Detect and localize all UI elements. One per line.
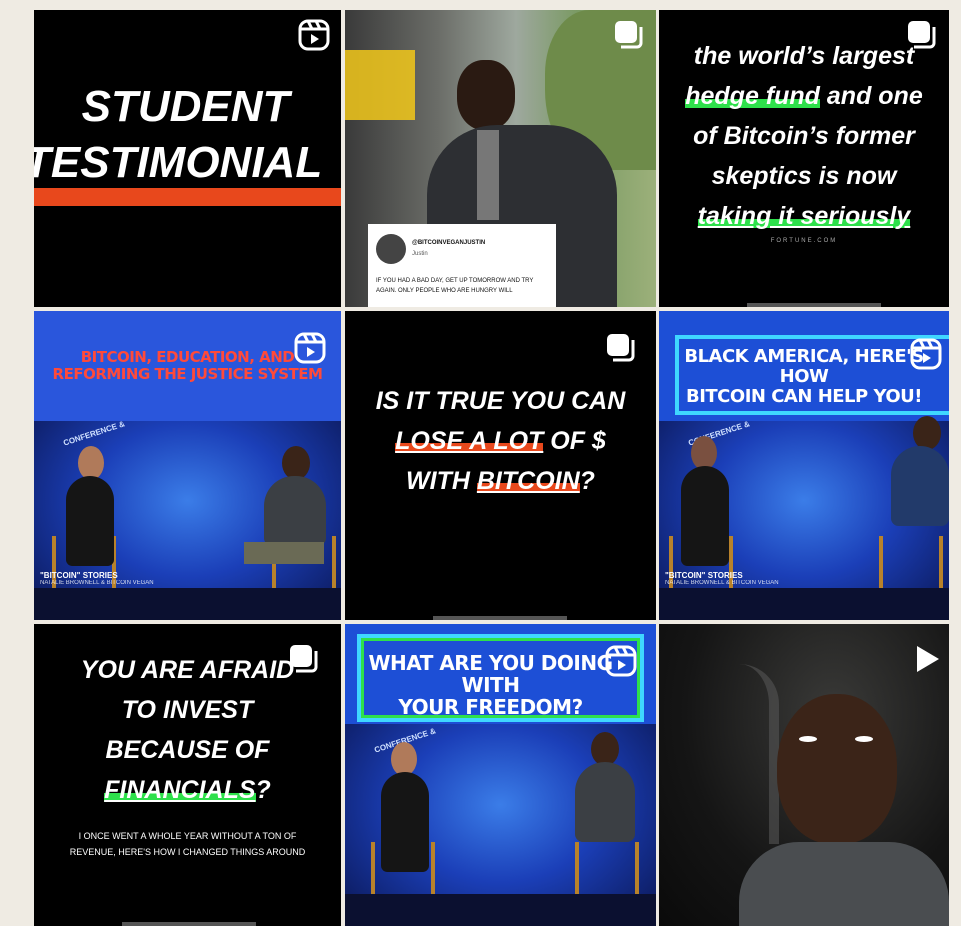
reels-icon	[910, 338, 942, 370]
post-title-line2: TESTIMONIAL	[34, 138, 323, 187]
quote-line4: skeptics is now	[711, 162, 897, 190]
profile-post-grid: STUDENT TESTIMONIAL @BITCOINVEGANJUSTIN …	[34, 10, 949, 926]
eye-left	[799, 736, 817, 742]
eye-right	[855, 736, 873, 742]
post-title-line2: BITCOIN CAN HELP YOU!	[685, 385, 923, 407]
stage-caption: "BITCOIN" STORIES NATALIE BROWNELL & BITC…	[665, 571, 779, 586]
question-highlight-financials: FINANCIALS	[104, 776, 256, 804]
post-question: YOU ARE AFRAID TO INVEST BECAUSE OF FINA…	[34, 650, 341, 810]
post-photo-suit[interactable]: @BITCOINVEGANJUSTIN Justin IF YOU HAD A …	[345, 10, 656, 307]
quote-line2-rest: and one	[819, 82, 923, 110]
caption-sub: NATALIE BROWNELL & BITCOIN VEGAN	[40, 580, 154, 586]
man-head	[457, 60, 515, 130]
tweet-text: IF YOU HAD A BAD DAY, GET UP TOMORROW AN…	[376, 278, 534, 294]
avatar	[376, 234, 406, 264]
post-hedge-fund[interactable]: the world’s largest hedge fund and one o…	[659, 10, 949, 307]
post-title: WHAT ARE YOU DOING WITH YOUR FREEDOM?	[361, 638, 640, 718]
post-title-line2: YOUR FREEDOM?	[398, 695, 583, 719]
post-quote: the world’s largest hedge fund and one o…	[659, 36, 949, 236]
question-line2: LOSE A LOT OF $	[345, 421, 656, 461]
stage-scene: CONFERENCE & "BITCOIN" STORIES NATALIE BR…	[659, 416, 949, 620]
progress-bar	[747, 303, 881, 307]
quote-line1: the world’s largest	[693, 42, 915, 70]
speaker-left	[677, 436, 737, 586]
tweet-handle: @BITCOINVEGANJUSTIN	[412, 240, 486, 246]
quote-line3: of Bitcoin’s former	[693, 122, 915, 150]
quote-line5: taking it seriously	[659, 196, 949, 236]
post-title-line1: BLACK AMERICA, HERE'S HOW	[684, 346, 924, 387]
post-car-selfie-video[interactable]	[659, 624, 949, 926]
post-title-line1: STUDENT	[81, 82, 290, 131]
carousel-icon	[615, 21, 643, 49]
question-line2: TO INVEST	[121, 696, 254, 724]
question-line4: FINANCIALS?	[104, 776, 271, 804]
quote-highlight-hedge-fund: hedge fund	[685, 82, 820, 110]
stage-scene: CONFERENCE &	[345, 724, 656, 926]
title-box: BLACK AMERICA, HERE'S HOW BITCOIN CAN HE…	[675, 335, 949, 415]
post-question: IS IT TRUE YOU CAN LOSE A LOT OF $ WITH …	[345, 381, 656, 501]
post-afraid-to-invest[interactable]: YOU ARE AFRAID TO INVEST BECAUSE OF FINA…	[34, 624, 341, 926]
post-title-line1: WHAT ARE YOU DOING WITH	[368, 651, 613, 697]
title-area: BITCOIN, EDUCATION, AND REFORMING THE JU…	[34, 311, 341, 421]
progress-bar	[122, 922, 256, 926]
caption-title: "BITCOIN" STORIES	[40, 571, 118, 580]
speaker-right	[555, 732, 645, 892]
quote-line2: hedge fund and one	[659, 76, 949, 116]
caption-title: "BITCOIN" STORIES	[665, 571, 743, 580]
man-tie	[477, 130, 499, 220]
conference-badge: CONFERENCE &	[62, 419, 126, 448]
carousel-icon	[607, 334, 635, 362]
play-icon	[917, 646, 939, 672]
title-highlight-bar	[34, 188, 341, 206]
reels-icon	[605, 645, 637, 677]
speaker-left	[375, 742, 435, 892]
question-line2-rest: OF $	[543, 427, 606, 455]
question-line1: IS IT TRUE YOU CAN	[375, 387, 626, 415]
progress-bar	[433, 616, 567, 620]
question-highlight-bitcoin: BITCOIN	[476, 467, 580, 495]
reels-icon	[298, 19, 330, 51]
title-box: WHAT ARE YOU DOING WITH YOUR FREEDOM?	[357, 634, 644, 722]
caption-sub: NATALIE BROWNELL & BITCOIN VEGAN	[665, 580, 779, 586]
stage-caption: "BITCOIN" STORIES NATALIE BROWNELL & BITC…	[40, 571, 154, 586]
stage-scene: CONFERENCE & "BITCOIN" STORIES NATALIE BR…	[34, 419, 341, 620]
post-title: BITCOIN, EDUCATION, AND REFORMING THE JU…	[52, 348, 323, 383]
question-line1: YOU ARE AFRAID	[80, 656, 295, 684]
tweet-name: Justin	[412, 251, 428, 257]
man-face	[777, 694, 897, 844]
reels-icon	[294, 332, 326, 364]
man-hoodie	[739, 842, 949, 926]
car-window-frame	[659, 664, 779, 844]
tweet-card: @BITCOINVEGANJUSTIN Justin IF YOU HAD A …	[368, 224, 556, 307]
quote-source: FORTUNE.COM	[770, 238, 838, 244]
post-your-freedom[interactable]: WHAT ARE YOU DOING WITH YOUR FREEDOM? CO…	[345, 624, 656, 926]
question-line3: WITH BITCOIN?	[406, 467, 595, 495]
speaker-right	[859, 416, 949, 586]
post-lose-money[interactable]: IS IT TRUE YOU CAN LOSE A LOT OF $ WITH …	[345, 311, 656, 620]
question-line3: BECAUSE OF	[105, 736, 270, 764]
post-justice-system[interactable]: BITCOIN, EDUCATION, AND REFORMING THE JU…	[34, 311, 341, 620]
post-body-text: I ONCE WENT A WHOLE YEAR WITHOUT A TON O…	[69, 831, 306, 857]
speaker-left	[60, 446, 120, 586]
question-highlight-lose: LOSE A LOT	[395, 427, 544, 455]
post-student-testimonial[interactable]: STUDENT TESTIMONIAL	[34, 10, 341, 307]
post-black-america[interactable]: BLACK AMERICA, HERE'S HOW BITCOIN CAN HE…	[659, 311, 949, 620]
bus-graphic	[345, 50, 415, 120]
speaker-right	[234, 446, 334, 586]
quote-highlight-seriously: taking it seriously	[697, 202, 911, 230]
